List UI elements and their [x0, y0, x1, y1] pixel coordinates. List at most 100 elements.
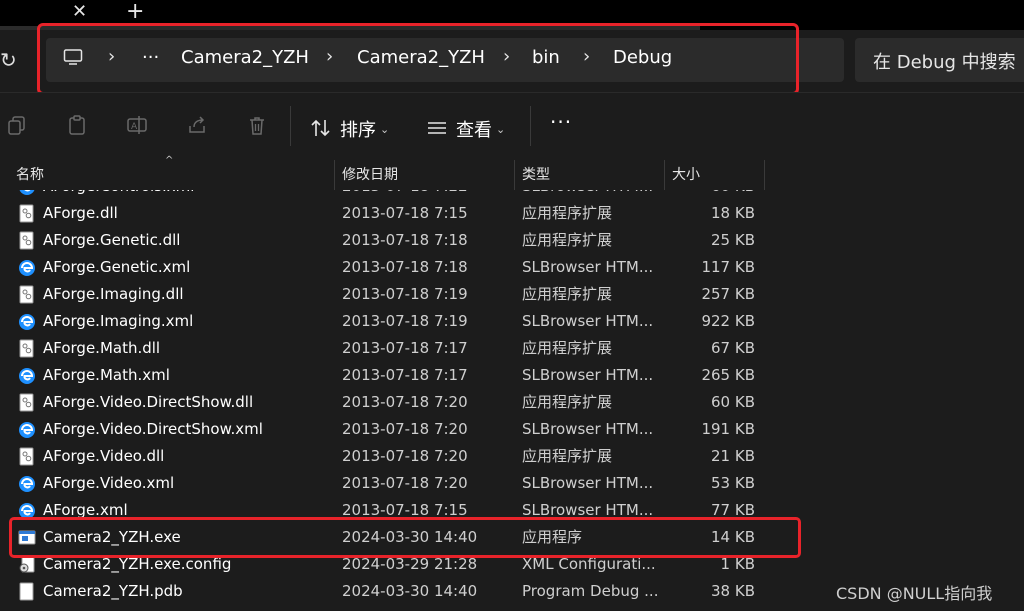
xml-file-icon [19, 503, 35, 519]
toolbar-divider [530, 106, 531, 146]
file-row[interactable]: AForge.Video.xml 2013-07-18 7:20 SLBrowser… [0, 470, 800, 497]
column-header-type[interactable]: 类型 [522, 160, 550, 190]
refresh-icon[interactable]: ↻ [0, 48, 17, 72]
xml-file-icon [19, 260, 35, 276]
file-type: Program Debug ... [522, 582, 659, 600]
this-pc-icon[interactable] [63, 49, 83, 65]
file-name: AForge.Controls.xml [43, 190, 328, 200]
dll-file-icon [19, 447, 34, 466]
file-size: 265 KB [701, 366, 755, 384]
file-type: 应用程序 [522, 528, 583, 546]
share-icon[interactable] [186, 114, 208, 136]
file-row[interactable]: Camera2_YZH.pdb 2024-03-30 14:40 Program D… [0, 578, 800, 605]
command-bar [0, 92, 1024, 161]
xml-file-icon [19, 314, 35, 330]
view-icon[interactable] [426, 117, 448, 139]
rename-icon[interactable]: A [126, 114, 148, 136]
file-name: AForge.Math.dll [43, 339, 161, 357]
breadcrumb-separator[interactable]: › [108, 46, 115, 67]
file-row[interactable]: AForge.Imaging.dll 2013-07-18 7:19 应用程序扩展 2… [0, 281, 800, 308]
file-row[interactable]: Camera2_YZH.exe.config 2024-03-29 21:28 XM… [0, 551, 800, 578]
breadcrumb-debug[interactable]: Debug [613, 47, 672, 68]
chevron-down-icon: ⌄ [496, 123, 506, 136]
file-type: 应用程序扩展 [522, 393, 613, 411]
paste-icon[interactable] [66, 114, 88, 136]
file-size: 257 KB [701, 285, 755, 303]
dll-file-icon [19, 339, 34, 358]
file-name: Camera2_YZH.pdb [43, 582, 183, 600]
new-tab-icon[interactable]: + [126, 0, 144, 24]
chevron-down-icon: ⌄ [380, 123, 390, 136]
column-header-name[interactable]: 名称 [16, 160, 44, 190]
file-name: AForge.xml [43, 501, 128, 519]
xml-file-icon [19, 422, 35, 438]
exe-file-icon [18, 530, 36, 545]
file-date: 2024-03-29 21:28 [342, 555, 478, 573]
file-date: 2013-07-18 7:20 [342, 420, 468, 438]
file-name: AForge.Video.xml [43, 474, 175, 492]
pdb-file-icon [19, 582, 34, 601]
breadcrumb-separator[interactable]: › [326, 46, 333, 67]
file-row[interactable]: AForge.Video.DirectShow.xml 2013-07-18 7:… [0, 416, 800, 443]
file-type: SLBrowser HTM... [522, 501, 654, 519]
file-date: 2013-07-18 7:20 [342, 447, 468, 465]
svg-text:A: A [131, 122, 138, 132]
file-row[interactable]: AForge.Math.xml 2013-07-18 7:17 SLBrowser … [0, 362, 800, 389]
column-divider[interactable] [334, 160, 335, 190]
breadcrumb-camera2-yzh-1[interactable]: Camera2_YZH [181, 47, 309, 68]
file-size: 14 KB [711, 528, 755, 546]
dll-file-icon [19, 285, 34, 304]
file-row[interactable]: AForge.Video.dll 2013-07-18 7:20 应用程序扩展 21 … [0, 443, 800, 470]
tab-strip: ✕ + [0, 0, 1024, 30]
file-date: 2013-07-18 7:15 [342, 204, 468, 222]
file-name: AForge.Video.DirectShow.dll [43, 393, 254, 411]
file-row[interactable]: Camera2_YZH.exe 2024-03-30 14:40 应用程序 14 KB [0, 524, 800, 551]
file-type: SLBrowser HTM... [522, 474, 654, 492]
column-header-size[interactable]: 大小 [672, 160, 700, 190]
breadcrumb-separator[interactable]: › [503, 46, 510, 67]
sort-button[interactable]: 排序 ⌄ [340, 116, 389, 142]
file-row[interactable]: AForge.Genetic.xml 2013-07-18 7:18 SLBrows… [0, 254, 800, 281]
sort-icon[interactable] [310, 117, 332, 139]
sort-ascending-icon: ^ [165, 155, 174, 166]
file-row[interactable]: AForge.Genetic.dll 2013-07-18 7:18 应用程序扩展 2… [0, 227, 800, 254]
view-button[interactable]: 查看 ⌄ [456, 116, 505, 142]
file-row[interactable]: AForge.Imaging.xml 2013-07-18 7:19 SLBrows… [0, 308, 800, 335]
file-date: 2013-07-18 7:18 [342, 231, 468, 249]
view-label: 查看 [456, 120, 492, 141]
column-divider[interactable] [764, 160, 765, 190]
breadcrumb-overflow[interactable]: ··· [142, 47, 159, 68]
delete-icon[interactable] [246, 114, 268, 136]
file-name: AForge.Genetic.xml [43, 258, 191, 276]
column-header-date[interactable]: 修改日期 [342, 160, 398, 190]
more-options-icon[interactable]: ··· [550, 110, 572, 134]
file-row[interactable]: AForge.Math.dll 2013-07-18 7:17 应用程序扩展 67 K… [0, 335, 800, 362]
file-size: 53 KB [711, 474, 755, 492]
copy-icon[interactable] [6, 114, 28, 136]
file-type: SLBrowser HTM... [522, 258, 654, 276]
file-name: AForge.Genetic.dll [43, 231, 181, 249]
file-type: SLBrowser HTM... [522, 312, 654, 330]
search-input[interactable]: 在 Debug 中搜索 [873, 48, 1016, 74]
file-type: 应用程序扩展 [522, 204, 613, 222]
breadcrumb-camera2-yzh-2[interactable]: Camera2_YZH [357, 47, 485, 68]
file-name: AForge.Video.dll [43, 447, 165, 465]
close-tab-icon[interactable]: ✕ [72, 1, 87, 23]
column-divider[interactable] [664, 160, 665, 190]
file-date: 2013-07-18 7:22 [342, 190, 512, 200]
file-row[interactable]: AForge.Controls.xml 2013-07-18 7:22 SLBrow… [0, 190, 800, 200]
file-size: 25 KB [711, 231, 755, 249]
file-date: 2013-07-18 7:15 [342, 501, 468, 519]
file-row[interactable]: AForge.dll 2013-07-18 7:15 应用程序扩展 18 KB [0, 200, 800, 227]
dll-file-icon [19, 393, 34, 412]
breadcrumb-bin[interactable]: bin [532, 47, 560, 68]
file-row[interactable]: AForge.Video.DirectShow.dll 2013-07-18 7:… [0, 389, 800, 416]
file-date: 2013-07-18 7:17 [342, 339, 468, 357]
file-name: AForge.Imaging.xml [43, 312, 194, 330]
file-row[interactable]: AForge.xml 2013-07-18 7:15 SLBrowser HTM..… [0, 497, 800, 524]
file-name: AForge.Math.xml [43, 366, 170, 384]
breadcrumb-separator[interactable]: › [583, 46, 590, 67]
xml-file-icon [19, 476, 35, 492]
column-divider[interactable] [514, 160, 515, 190]
file-date: 2024-03-30 14:40 [342, 582, 478, 600]
